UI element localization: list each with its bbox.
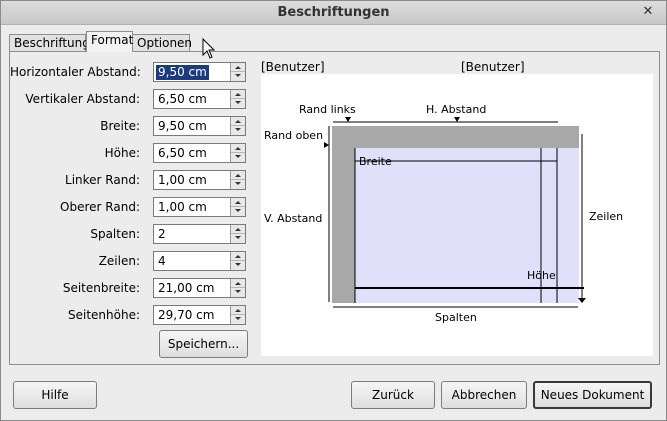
width-field[interactable]: 9,50 cm	[153, 116, 246, 136]
top-margin-field[interactable]: 1,00 cm	[153, 197, 246, 217]
increment-icon[interactable]	[231, 306, 245, 315]
columns-text: Spalten	[435, 311, 477, 324]
height-value[interactable]: 6,50 cm	[156, 146, 209, 161]
increment-icon[interactable]	[231, 117, 245, 126]
left-margin-spinner	[230, 171, 245, 189]
left-margin-arrow-icon	[345, 117, 351, 122]
increment-icon[interactable]	[231, 144, 245, 153]
vertical-spacing-field[interactable]: 6,50 cm	[153, 89, 246, 109]
left-margin-text: Rand links	[299, 103, 356, 116]
decrement-icon[interactable]	[231, 72, 245, 81]
page-height-value[interactable]: 29,70 cm	[156, 308, 216, 323]
decrement-icon[interactable]	[231, 99, 245, 108]
increment-icon[interactable]	[231, 279, 245, 288]
h-spacing-text: H. Abstand	[426, 103, 486, 116]
tab-beschriftung[interactable]: Beschriftung	[9, 34, 90, 52]
decrement-icon[interactable]	[231, 207, 245, 216]
page-width-spinner	[230, 279, 245, 297]
increment-icon[interactable]	[231, 198, 245, 207]
decrement-icon[interactable]	[231, 261, 245, 270]
increment-icon[interactable]	[231, 225, 245, 234]
mouse-pointer-icon	[202, 38, 216, 59]
rows-text: Zeilen	[589, 210, 623, 223]
width-label: Breite:	[100, 119, 140, 133]
new-document-button[interactable]: Neues Dokument	[533, 381, 652, 409]
increment-icon[interactable]	[231, 252, 245, 261]
decrement-icon[interactable]	[231, 315, 245, 324]
page-width-value[interactable]: 21,00 cm	[156, 281, 216, 296]
rows-value[interactable]: 4	[156, 254, 168, 269]
vertical-spacing-label: Vertikaler Abstand:	[25, 92, 140, 106]
help-button[interactable]: Hilfe	[13, 381, 97, 409]
preview-header-left: [Benutzer]	[261, 60, 325, 74]
left-margin-field[interactable]: 1,00 cm	[153, 170, 246, 190]
back-button[interactable]: Zurück	[351, 381, 435, 409]
labels-dialog: Beschriftungen ✕ Beschriftung Format Opt…	[0, 0, 667, 421]
left-margin-label: Linker Rand:	[65, 173, 140, 187]
tab-format[interactable]: Format	[86, 31, 133, 52]
height-field[interactable]: 6,50 cm	[153, 143, 246, 163]
columns-label: Spalten:	[90, 227, 140, 241]
height-spinner	[230, 144, 245, 162]
decrement-icon[interactable]	[231, 180, 245, 189]
left-margin-value[interactable]: 1,00 cm	[156, 173, 209, 188]
page-height-spinner	[230, 306, 245, 324]
top-margin-label: Oberer Rand:	[60, 200, 140, 214]
preview-header-right: [Benutzer]	[461, 60, 525, 74]
horizontal-spacing-spinner	[230, 63, 245, 81]
vertical-spacing-value[interactable]: 6,50 cm	[156, 92, 209, 107]
layout-diagram: Rand links H. Abstand Rand oben Breite V…	[264, 103, 623, 324]
columns-field[interactable]: 2	[153, 224, 246, 244]
horizontal-spacing-field[interactable]: 9,50 cm	[153, 62, 246, 82]
rows-field[interactable]: 4	[153, 251, 246, 271]
columns-value[interactable]: 2	[156, 227, 168, 242]
page-height-label: Seitenhöhe:	[67, 308, 140, 322]
rows-arrow-icon	[578, 298, 586, 303]
increment-icon[interactable]	[231, 171, 245, 180]
decrement-icon[interactable]	[231, 234, 245, 243]
v-spacing-text: V. Abstand	[264, 212, 322, 225]
width-value[interactable]: 9,50 cm	[156, 119, 209, 134]
decrement-icon[interactable]	[231, 153, 245, 162]
decrement-icon[interactable]	[231, 126, 245, 135]
columns-spinner	[230, 225, 245, 243]
page-width-field[interactable]: 21,00 cm	[153, 278, 246, 298]
top-margin-value[interactable]: 1,00 cm	[156, 200, 209, 215]
top-margin-arrow-icon	[324, 142, 329, 148]
width-text: Breite	[359, 155, 392, 168]
rows-spinner	[230, 252, 245, 270]
title-bar: Beschriftungen ✕	[1, 1, 666, 25]
decrement-icon[interactable]	[231, 288, 245, 297]
save-button[interactable]: Speichern...	[159, 330, 248, 358]
cancel-button[interactable]: Abbrechen	[441, 381, 527, 409]
close-icon[interactable]: ✕	[640, 4, 656, 20]
tab-optionen[interactable]: Optionen	[132, 34, 192, 52]
h-spacing-arrow-icon	[454, 117, 460, 122]
horizontal-spacing-label: Horizontaler Abstand:	[10, 65, 141, 79]
rows-label: Zeilen:	[98, 254, 140, 268]
page-height-field[interactable]: 29,70 cm	[153, 305, 246, 325]
top-margin-text: Rand oben	[264, 129, 323, 142]
width-spinner	[230, 117, 245, 135]
format-panel: Horizontaler Abstand: 9,50 cm Vertikaler…	[9, 51, 660, 365]
vertical-spacing-spinner	[230, 90, 245, 108]
increment-icon[interactable]	[231, 90, 245, 99]
layout-preview: Rand links H. Abstand Rand oben Breite V…	[261, 74, 653, 356]
height-label: Höhe:	[104, 146, 140, 160]
top-margin-spinner	[230, 198, 245, 216]
window-title: Beschriftungen	[277, 5, 390, 20]
increment-icon[interactable]	[231, 63, 245, 72]
page-width-label: Seitenbreite:	[62, 281, 140, 295]
height-text: Höhe	[527, 269, 556, 282]
horizontal-spacing-value[interactable]: 9,50 cm	[156, 65, 209, 80]
